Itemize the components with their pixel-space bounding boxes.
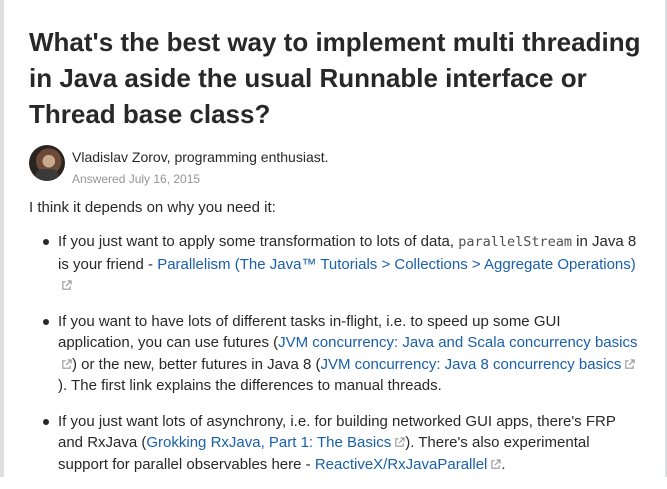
link-text: JVM concurrency: Java and Scala concurre… — [278, 334, 638, 351]
left-border — [0, 0, 4, 477]
external-link-icon — [625, 358, 636, 369]
bullet-dot — [43, 239, 49, 245]
external-link-icon — [395, 437, 405, 447]
item-text: . — [501, 455, 506, 473]
author-avatar[interactable] — [29, 145, 65, 181]
link-jvm-concurrency-java8[interactable]: JVM concurrency: Java 8 concurrency basi… — [320, 355, 636, 373]
author-name[interactable]: Vladislav Zorov, programming enthusiast. — [72, 149, 329, 165]
external-link-icon — [491, 458, 502, 469]
external-link-icon — [62, 358, 72, 369]
inline-code: parallelStream — [458, 234, 572, 250]
bullet-dot — [43, 418, 49, 425]
answer-list: If you just want to apply some transform… — [29, 231, 639, 489]
item-text: If you just want to apply some transform… — [58, 233, 459, 250]
item-text: ) or the new, better futures in Java 8 ( — [72, 355, 321, 373]
link-text: Grokking RxJava, Part 1: The Basics — [146, 434, 392, 451]
question-title[interactable]: What's the best way to implement multi t… — [29, 24, 649, 132]
link-text: Parallelism (The Java™ Tutorials > Colle… — [157, 255, 636, 273]
answer-page: What's the best way to implement multi t… — [29, 0, 649, 473]
list-item: If you just want to apply some transform… — [29, 231, 639, 297]
list-item: If you want to have lots of different ta… — [29, 311, 639, 397]
answer-intro: I think it depends on why you need it: — [29, 199, 276, 216]
list-item: If you just want lots of asynchrony, i.e… — [29, 411, 639, 476]
answer-date[interactable]: Answered July 16, 2015 — [72, 172, 200, 186]
link-text: ReactiveX/RxJavaParallel — [314, 455, 488, 473]
item-text: ). The first link explains the differenc… — [58, 377, 442, 394]
link-text: JVM concurrency: Java 8 concurrency basi… — [320, 355, 622, 373]
external-link-icon — [62, 280, 72, 290]
bullet-dot — [43, 318, 49, 325]
link-grokking-rxjava[interactable]: Grokking RxJava, Part 1: The Basics — [146, 434, 405, 451]
link-rxjava-parallel[interactable]: ReactiveX/RxJavaParallel — [315, 456, 502, 473]
author-row: Vladislav Zorov, programming enthusiast.… — [29, 145, 629, 186]
